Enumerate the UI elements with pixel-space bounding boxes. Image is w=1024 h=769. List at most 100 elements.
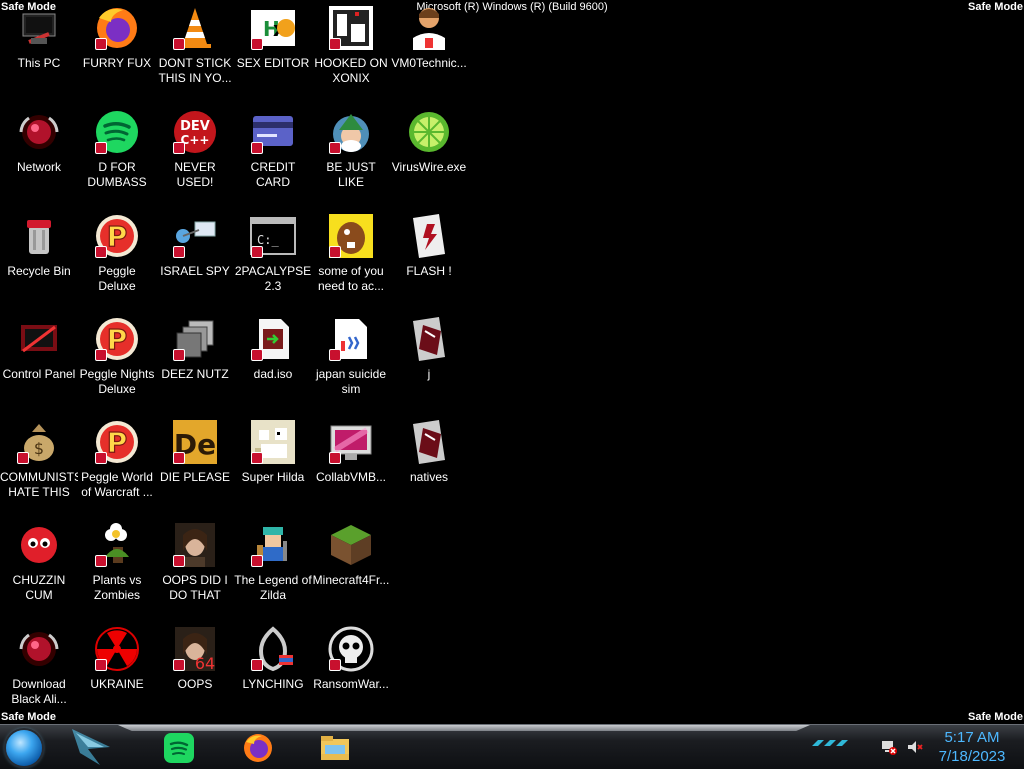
desktop-icon-label: CHUZZIN CUM (12, 573, 66, 602)
desktop-icon[interactable]: De DIE PLEASE (156, 418, 234, 518)
desktop-icon[interactable]: Control Panel (0, 315, 78, 415)
desktop-icon[interactable]: VirusWire.exe (390, 108, 468, 208)
desktop-icon[interactable]: D FOR DUMBASS (78, 108, 156, 208)
desktop-icon[interactable]: some of you need to ac... (312, 212, 390, 312)
this-pc-icon (15, 4, 63, 52)
desktop-icon[interactable]: Hx SEX EDITOR (234, 4, 312, 104)
desktop-icon[interactable]: dad.iso (234, 315, 312, 415)
desktop-icon[interactable]: DEV C++ NEVER USED! (156, 108, 234, 208)
desktop-icon[interactable]: RansomWar... (312, 625, 390, 725)
desktop-icon[interactable]: Download Black Ali... (0, 625, 78, 725)
desktop-icon[interactable]: OOPS DID I DO THAT (156, 521, 234, 621)
elf-icon (327, 108, 375, 156)
peggle-icon: P (93, 212, 141, 260)
desktop-icon[interactable]: DONT STICK THIS IN YO... (156, 4, 234, 104)
desktop-icon[interactable]: 64 OOPS (156, 625, 234, 725)
desktop-icon[interactable]: P Peggle World of Warcraft ... (78, 418, 156, 518)
taskbar-file-explorer-button[interactable] (318, 731, 352, 765)
portrait-icon (171, 521, 219, 569)
svg-text:P: P (107, 220, 128, 253)
stacked-windows-icon (171, 315, 219, 363)
desktop-icon-label: HOOKED ON XONIX (314, 56, 388, 85)
desktop-icon[interactable]: $ COMMUNISTS HATE THIS G... (0, 418, 78, 518)
network-spy-icon (171, 212, 219, 260)
desktop-icon-label: 2PACALYPSE 2.3 (234, 264, 312, 293)
desktop-icon-label: dad.iso (253, 367, 293, 381)
taskbar-rail (118, 725, 810, 731)
beaver-icon (327, 212, 375, 260)
desktop-icon[interactable]: Super Hilda (234, 418, 312, 518)
shortcut-badge-icon (251, 142, 263, 154)
desktop-icon-label: japan suicide sim (315, 367, 387, 396)
shortcut-file-icon (405, 418, 453, 466)
desktop-icon[interactable]: Minecraft4Fr... (312, 521, 390, 621)
desktop-icon[interactable]: Recycle Bin (0, 212, 78, 312)
skull-icon (327, 625, 375, 673)
desktop-icon[interactable]: CREDIT CARD CHECKER (234, 108, 312, 208)
desktop-icon[interactable]: P Peggle Deluxe (78, 212, 156, 312)
desktop-icon[interactable]: VM0Technic... (390, 4, 468, 104)
desktop-icon[interactable]: HOOKED ON XONIX (312, 4, 390, 104)
desktop-icon-label: DEEZ NUTZ (161, 367, 229, 381)
desktop-icon[interactable]: This PC (0, 4, 78, 104)
desktop-icon[interactable]: FURRY FUX (78, 4, 156, 104)
svg-text:$: $ (34, 439, 44, 458)
desktop-icon[interactable]: natives (390, 418, 468, 518)
desktop-icon-label: Peggle World of Warcraft ... (81, 470, 153, 499)
taskbar-spotify-button[interactable] (162, 731, 196, 765)
svg-text:64: 64 (195, 654, 215, 673)
svg-text:P: P (107, 323, 128, 356)
network-error-icon[interactable] (880, 738, 898, 756)
shortcut-badge-icon (329, 349, 341, 361)
desktop-icon-label: DONT STICK THIS IN YO... (158, 56, 232, 85)
desktop-icon-label: Download Black Ali... (11, 677, 67, 706)
shortcut-badge-icon (251, 452, 263, 464)
desktop-icon[interactable]: j (390, 315, 468, 415)
xonix-icon (327, 4, 375, 52)
desktop-icon[interactable]: CollabVMB... (312, 418, 390, 518)
shortcut-badge-icon (329, 142, 341, 154)
desktop-icon[interactable]: CHUZZIN CUM (0, 521, 78, 621)
desktop-icon-label: CREDIT CARD CHECKER (250, 160, 296, 189)
desktop-icon-label: LYNCHING (242, 677, 304, 691)
taskbar-clock[interactable]: 5:17 AM 7/18/2023 (928, 728, 1016, 766)
desktop-icon-label: Peggle Nights Deluxe (79, 367, 155, 396)
desktop-icon[interactable]: C:_ 2PACALYPSE 2.3 (234, 212, 312, 312)
start-button[interactable] (6, 730, 42, 766)
volume-muted-icon[interactable] (906, 738, 924, 756)
desktop-icon[interactable]: DEEZ NUTZ (156, 315, 234, 415)
money-bag-icon: $ (15, 418, 63, 466)
flower-icon (93, 521, 141, 569)
shortcut-badge-icon (173, 246, 185, 258)
shortcut-badge-icon (173, 349, 185, 361)
desktop-icon[interactable]: The Legend of Zilda (234, 521, 312, 621)
desktop-icon-label: VirusWire.exe (391, 160, 467, 174)
desktop-icon[interactable]: japan suicide sim (312, 315, 390, 415)
taskbar-tray-decoration-left (812, 740, 848, 746)
desktop-icon[interactable]: ISRAEL SPY (156, 212, 234, 312)
orb-icon (15, 625, 63, 673)
desktop-icon[interactable]: FLASH ! (390, 212, 468, 312)
desktop-icon[interactable]: P Peggle Nights Deluxe (78, 315, 156, 415)
shortcut-badge-icon (173, 142, 185, 154)
desktop-icon-label: ISRAEL SPY (160, 264, 230, 278)
desktop-icon-label: COMMUNISTS HATE THIS G... (0, 470, 78, 499)
shortcut-badge-icon (251, 659, 263, 671)
vm-screen-icon (327, 418, 375, 466)
desktop-icon[interactable]: UKRAINE (78, 625, 156, 725)
desktop-icon[interactable]: LYNCHING (234, 625, 312, 725)
desktop-icon[interactable]: BE JUST LIKE THE DUDE! (312, 108, 390, 208)
desktop-icon[interactable]: Plants vs Zombies (78, 521, 156, 621)
desktop-icon-label: D FOR DUMBASS (87, 160, 147, 189)
desktop-icon-label: BE JUST LIKE THE DUDE! (326, 160, 376, 189)
shortcut-badge-icon (173, 452, 185, 464)
taskbar-firefox-button[interactable] (241, 731, 275, 765)
desktop-icon-label: Minecraft4Fr... (312, 573, 390, 587)
vlc-cone-icon (171, 4, 219, 52)
desktop-icon[interactable]: Network (0, 108, 78, 208)
terminal-icon: C:_ (249, 212, 297, 260)
desktop-icon-label: This PC (17, 56, 61, 70)
svg-text:C:_: C:_ (257, 233, 279, 247)
peggle-icon: P (93, 315, 141, 363)
flash-file-icon (405, 212, 453, 260)
